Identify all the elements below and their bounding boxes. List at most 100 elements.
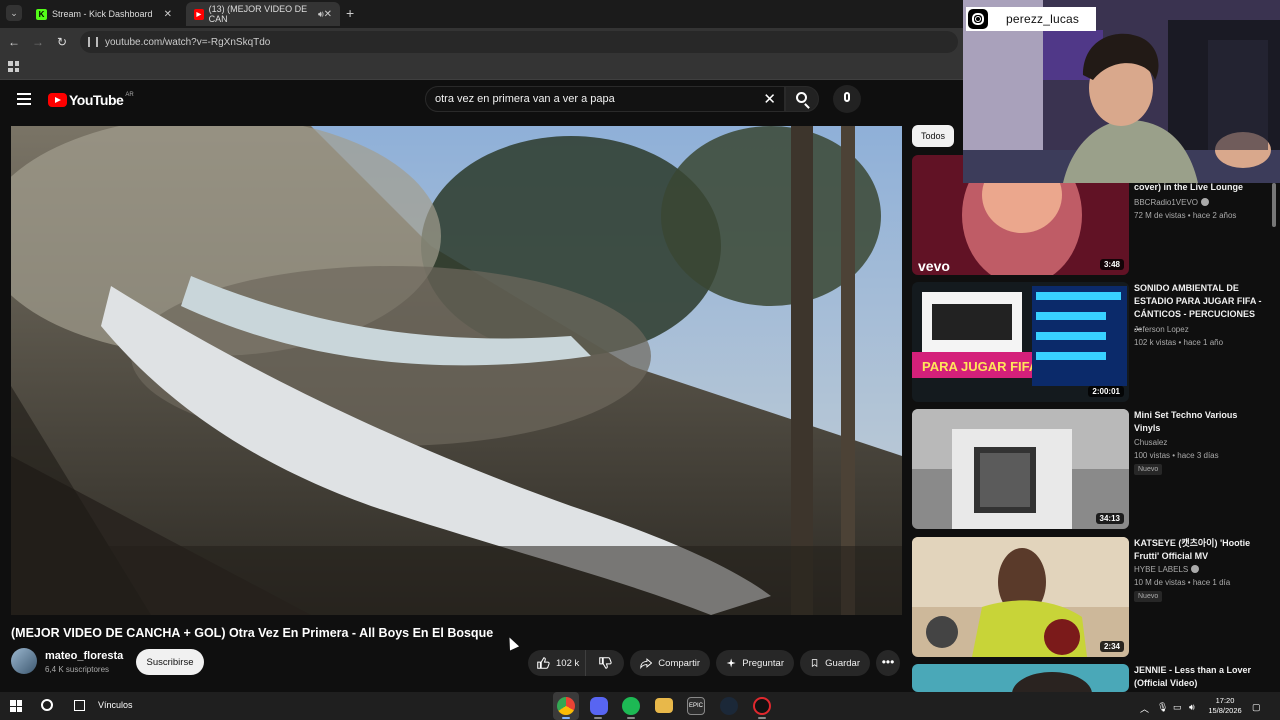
dislike-button[interactable] [586,650,624,676]
tab-close-icon[interactable]: ✕ [164,9,172,20]
volume-icon[interactable]: 🔊︎ [1189,702,1195,713]
like-dislike-group: 102 k [528,650,624,676]
clock-date: 15/8/2026 [1208,706,1242,715]
sparkle-icon [726,658,736,668]
save-button[interactable]: Guardar [800,650,870,676]
recommendation-title[interactable]: JENNIE - Less than a Lover (Official Vid… [1134,664,1262,690]
video-thumbnail[interactable]: 2:34 [912,537,1129,657]
channel-name[interactable]: mateo_floresta [45,650,123,662]
menu-hamburger-icon[interactable] [17,93,31,105]
youtube-favicon-icon: ▶ [194,8,204,20]
recommendation-item[interactable]: 2:34 KATSEYE (캣츠아이) 'Hootie Frutti' Offi… [912,537,1262,657]
ask-button[interactable]: Preguntar [716,650,794,676]
browser-tab-youtube[interactable]: ▶ (13) (MEJOR VIDEO DE CAN 🔊︎ ✕ [186,2,340,26]
taskbar-running-indicator [594,717,602,719]
recommendation-channel[interactable]: Jeferson Lopez [1134,325,1189,334]
duration-badge: 2:34 [1099,641,1124,652]
thumbs-down-icon [599,657,612,669]
back-arrow-icon[interactable]: ← [6,34,22,50]
browser-tab-kick[interactable]: K Stream - Kick Dashboard ✕ [28,2,180,26]
recommendation-title[interactable]: Mini Set Techno Various Vinyls [1134,409,1262,435]
instagram-icon [968,9,988,29]
channel-label: HYBE LABELS [1134,565,1189,574]
recommendation-item[interactable]: JENNIE - Less than a Lover (Official Vid… [912,664,1262,692]
video-thumbnail[interactable] [912,664,1129,692]
recommendation-channel[interactable]: BBCRadio1VEVO [1134,198,1210,207]
share-label: Compartir [658,657,700,669]
notifications-icon[interactable]: ▢ [1252,702,1261,713]
network-icon[interactable]: ▭ [1173,702,1182,713]
youtube-wordmark: YouTube [69,92,124,108]
spotify-icon[interactable] [622,697,640,715]
verified-check-icon [1201,198,1210,206]
country-code: AR [125,92,134,98]
recommendation-item[interactable]: 34:13 Mini Set Techno Various Vinyls Chu… [912,409,1262,529]
reload-icon[interactable]: ↻ [54,34,70,50]
search-button[interactable] [785,86,819,112]
duration-badge: 2:00:01 [1088,386,1124,397]
tray-chevron-icon[interactable]: ︿ [1140,702,1149,715]
tab-search-chevron-icon[interactable]: ⌄ [6,5,22,21]
site-info-icon[interactable] [88,37,98,47]
thumbnail-image [912,409,1129,529]
file-explorer-icon[interactable] [655,698,673,713]
new-badge: Nuevo [1134,591,1163,602]
filter-chip-all[interactable]: Todos [912,125,954,147]
taskbar-running-indicator [758,717,766,719]
windows-start-icon[interactable] [10,700,22,712]
video-title: (MEJOR VIDEO DE CANCHA + GOL) Otra Vez E… [11,626,494,640]
video-thumbnail[interactable]: 34:13 [912,409,1129,529]
new-tab-plus-icon[interactable]: + [346,5,354,21]
address-bar[interactable]: youtube.com/watch?v=-RgXnSkqTdo [80,31,958,53]
taskbar-links-label[interactable]: Vínculos [98,700,133,710]
taskbar-search-icon[interactable] [41,699,53,711]
browser-toolbar: ← → ↻ youtube.com/watch?v=-RgXnSkqTdo [0,28,963,56]
video-player[interactable] [11,126,902,615]
recommendation-channel[interactable]: HYBE LABELS [1134,565,1200,574]
steam-icon[interactable] [720,697,738,715]
subscribe-button[interactable]: Suscribirse [136,649,204,675]
youtube-logo[interactable]: YouTube AR [48,92,134,108]
duration-badge: 34:13 [1095,513,1124,524]
taskbar-clock[interactable]: 17:20 15/8/2026 [1208,696,1242,716]
tab-close-icon[interactable]: ✕ [324,9,332,20]
recording-app-icon[interactable] [753,697,771,715]
instagram-tag: perezz_lucas [966,7,1096,31]
chrome-icon[interactable] [557,697,575,715]
browser-tab-strip: ⌄ K Stream - Kick Dashboard ✕ ▶ (13) (ME… [0,0,963,28]
youtube-header: YouTube AR otra vez en primera van a ver… [0,80,963,120]
tab-title: Stream - Kick Dashboard [52,9,153,19]
voice-search-button[interactable] [833,85,861,113]
subscriber-count: 6,4 K suscriptores [45,665,110,674]
search-input[interactable]: otra vez en primera van a ver a papa ✕ [425,86,785,112]
channel-avatar[interactable] [11,648,37,674]
recommendation-channel[interactable]: Chusalez [1134,438,1167,447]
share-button[interactable]: Compartir [630,650,710,676]
tab-title: (13) (MEJOR VIDEO DE CAN [208,4,308,24]
more-actions-icon[interactable]: ••• [876,650,900,676]
taskbar-running-indicator [562,717,570,719]
channel-label: BBCRadio1VEVO [1134,198,1199,207]
mouse-cursor [504,635,520,651]
thumbs-up-icon [537,657,550,669]
forward-arrow-icon[interactable]: → [30,34,46,50]
tray-mic-icon[interactable]: 🎙︎ [1157,702,1168,713]
sidebar-scrollbar[interactable] [1272,183,1276,227]
search-query: otra vez en primera van a ver a papa [435,93,615,105]
clear-search-icon[interactable]: ✕ [763,90,776,108]
share-arrow-icon [640,658,653,670]
kick-favicon-icon: K [36,8,47,20]
epic-games-icon[interactable]: EPIC [687,697,705,715]
discord-icon[interactable] [590,697,608,715]
like-count: 102 k [556,657,580,669]
recommendation-item[interactable]: PARA JUGAR FIFA 2:00:01 SONIDO AMBIENTAL… [912,282,1262,402]
like-button[interactable]: 102 k [528,650,586,676]
thumb-overlay-text: vevo [918,258,950,274]
instagram-handle: perezz_lucas [1006,12,1080,26]
apps-grid-icon[interactable] [8,61,19,72]
video-thumbnail[interactable]: PARA JUGAR FIFA 2:00:01 [912,282,1129,402]
recommendation-title[interactable]: KATSEYE (캣츠아이) 'Hootie Frutti' Official … [1134,537,1262,563]
task-view-icon[interactable] [74,700,85,711]
recommendation-meta: 10 M de vistas • hace 1 día [1134,578,1231,587]
thumbnail-image [912,664,1129,692]
